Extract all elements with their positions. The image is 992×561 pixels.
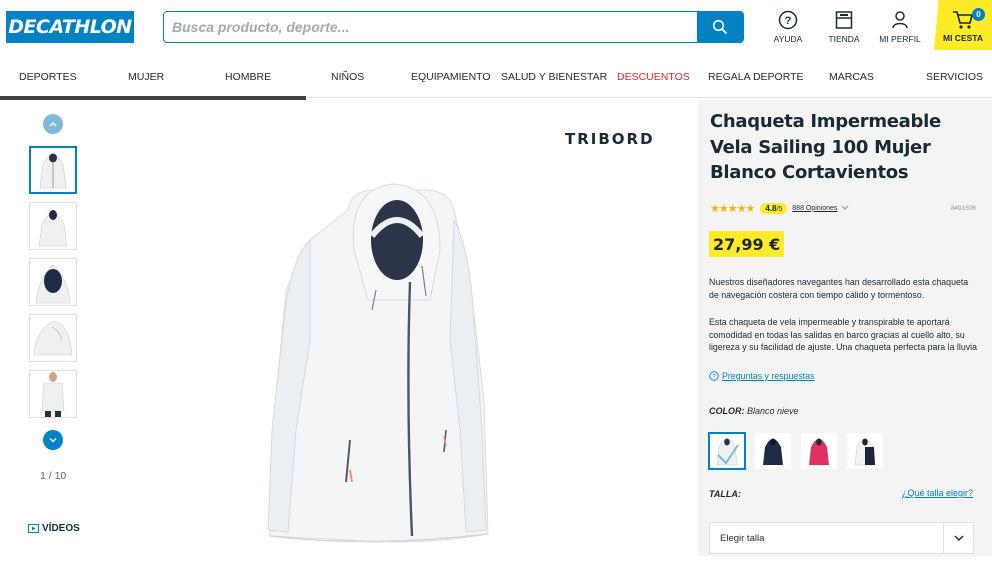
color-swatch-navy[interactable] [754,432,792,470]
nav-item-marcas[interactable]: MARCAS [829,71,874,83]
rating-value: 4.8 [765,203,777,213]
svg-text:?: ? [712,374,716,381]
color-label: COLOR: [709,406,745,416]
main-nav: DEPORTES MUJER HOMBRE NIÑOS EQUIPAMIENTO… [0,56,992,98]
question-icon: ? [709,371,719,381]
cart-button[interactable]: 0 MI CESTA [934,0,992,50]
cart-label: MI CESTA [943,33,983,43]
size-select-toggle[interactable] [943,523,973,553]
opinions-link[interactable]: 888 Opiniones [792,205,837,212]
store-icon [835,11,853,29]
svg-text:?: ? [785,15,792,27]
jacket-side-image [33,320,73,356]
description-paragraph-1: Nuestros diseñadores navegantes han desa… [709,277,969,300]
nav-item-deportes[interactable]: DEPORTES [19,71,77,83]
product-price: 27,99 € [709,231,785,257]
size-select[interactable]: Elegir talla [709,522,974,554]
thumb-next-button[interactable] [43,430,63,450]
rating-badge: 4.8/5 [760,202,788,214]
thumbnail-2[interactable] [29,202,77,250]
product-title: Chaqueta Impermeable Vela Sailing 100 Mu… [710,111,941,183]
white-navy-jacket-swatch [854,438,876,466]
rating-stars: ★★★★★ [710,202,755,215]
nav-item-salud[interactable]: SALUD Y BIENESTAR [501,71,607,83]
pink-jacket-swatch [809,438,829,465]
nav-item-ninos[interactable]: NIÑOS [331,71,364,83]
jacket-hood-image [38,210,68,247]
chevron-down-icon[interactable] [840,204,850,212]
size-select-value: Elegir talla [720,532,765,544]
size-label: TALLA: [709,489,741,499]
search-input[interactable] [164,12,697,42]
rating-row: ★★★★★ 4.8/5 888 Opiniones 8491506 [710,201,976,215]
color-value: Blanco nieve [747,406,799,416]
nav-item-equipamiento[interactable]: EQUIPAMIENTO [411,71,491,83]
jacket-front-image [39,153,67,189]
nav-item-descuentos[interactable]: DESCUENTOS [617,71,690,83]
chevron-up-icon [49,121,57,127]
navy-jacket-swatch [763,438,783,465]
nav-item-servicios[interactable]: SERVICIOS [926,71,983,83]
store-label: TIENDA [828,34,860,44]
size-guide-link[interactable]: ¿Qué talla elegir? [902,488,973,498]
search-bar [163,11,744,43]
chevron-down-icon [49,437,57,443]
search-button[interactable] [697,12,743,42]
qa-label: Preguntas y respuestas [722,371,815,381]
chevron-down-icon [954,535,963,541]
help-link[interactable]: ? AYUDA [758,10,818,50]
user-icon [892,11,908,29]
thumb-prev-button[interactable] [43,114,63,134]
site-header: DECATHLON ? AYUDA TIENDA MI PERFIL 0 MI … [0,0,992,56]
thumbnail-1[interactable] [29,146,77,194]
qa-link[interactable]: ? Preguntas y respuestas [709,371,814,381]
color-swatch-pink[interactable] [800,432,838,470]
cart-count-badge: 0 [972,8,985,21]
question-icon: ? [778,10,798,30]
videos-link[interactable]: VÍDEOS [28,523,80,534]
jacket-model-image [41,372,65,417]
thumbnail-gallery: 1 / 10 VÍDEOS [0,100,110,556]
thumbnail-4[interactable] [29,314,77,362]
description-paragraph-2: Esta chaqueta de vela impermeable y tran… [709,317,977,352]
gallery-counter: 1 / 10 [40,470,67,482]
video-icon [28,524,39,533]
color-swatch-white[interactable] [708,432,746,470]
product-reference: 8491506 [950,204,976,212]
thumbnail-3[interactable] [29,258,77,306]
search-icon [712,19,728,35]
rating-max: /5 [776,205,783,213]
videos-label: VÍDEOS [42,523,80,534]
white-jacket-image [267,183,489,543]
main-product-image[interactable] [110,100,698,556]
profile-label: MI PERFIL [879,34,921,44]
brand-label: TRIBORD [565,130,655,148]
white-jacket-swatch [716,438,739,466]
store-link[interactable]: TIENDA [814,10,874,50]
nav-item-hombre[interactable]: HOMBRE [225,71,271,83]
profile-link[interactable]: MI PERFIL [870,10,930,50]
color-swatch-white-navy[interactable] [846,432,884,470]
jacket-hood-detail-image [35,264,71,304]
nav-item-mujer[interactable]: MUJER [128,71,164,83]
decathlon-logo[interactable]: DECATHLON [6,11,134,43]
color-selector-label: COLOR: Blanco nieve [709,406,799,416]
cart-icon [953,11,974,29]
help-label: AYUDA [773,34,803,44]
thumbnail-5[interactable] [29,370,77,418]
nav-item-regala[interactable]: REGALA DEPORTE [708,71,804,83]
